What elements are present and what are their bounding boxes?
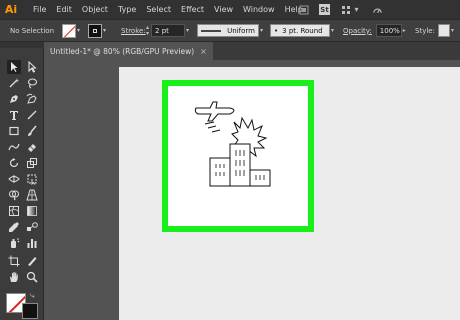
curvature-tool-icon[interactable]	[25, 92, 39, 106]
menu-object[interactable]: Object	[77, 0, 113, 19]
chevron-down-icon[interactable]: ▾	[77, 27, 80, 34]
airplane-explosion-city-icon	[194, 101, 271, 187]
zoom-tool-icon[interactable]	[25, 270, 39, 284]
opacity-control: Opacity: 100% ▸	[343, 20, 406, 41]
direct-selection-tool-icon[interactable]	[25, 60, 39, 74]
chevron-down-icon[interactable]: ▾	[103, 27, 106, 34]
style-swatch[interactable]	[437, 24, 450, 37]
opacity-field[interactable]: 100%	[375, 24, 402, 37]
panel-grip[interactable]	[0, 42, 44, 48]
symbol-sprayer-tool-icon[interactable]	[7, 236, 21, 250]
lasso-tool-icon[interactable]	[25, 76, 39, 90]
paintbrush-tool-icon[interactable]	[25, 124, 39, 138]
menu-bar: Ai File Edit Object Type Select Effect V…	[0, 0, 460, 19]
type-tool-icon[interactable]	[7, 108, 21, 122]
stroke-weight-stepper[interactable]: ▴ ▾	[146, 24, 149, 37]
brush-dot-icon: •	[274, 26, 279, 35]
chevron-right-icon[interactable]: ▸	[403, 27, 406, 34]
eyedropper-tool-icon[interactable]	[7, 220, 21, 234]
scale-tool-icon[interactable]	[25, 156, 39, 170]
swap-fill-stroke-icon[interactable]: ⤷	[30, 291, 34, 301]
stroke-color-swatch[interactable]	[88, 23, 102, 38]
menu-type[interactable]: Type	[113, 0, 141, 19]
profile-dropdown[interactable]: Uniform	[197, 24, 259, 37]
profile-value: Uniform	[227, 26, 255, 35]
stroke-swatch[interactable]	[22, 303, 38, 319]
fill-none-swatch[interactable]	[62, 23, 76, 38]
app-logo: Ai	[4, 3, 18, 16]
bridge-icon[interactable]	[298, 4, 309, 15]
magic-wand-tool-icon[interactable]	[7, 76, 21, 90]
menu-window[interactable]: Window	[238, 0, 280, 19]
slice-tool-icon[interactable]	[25, 254, 39, 268]
brush-value: 3 pt. Round	[282, 26, 323, 35]
stroke-label-wrap: Stroke:	[121, 20, 146, 41]
close-icon[interactable]: ×	[200, 47, 207, 56]
column-graph-tool-icon[interactable]	[25, 236, 39, 250]
menubar-icons: St ▾	[298, 0, 383, 19]
chevron-down-icon[interactable]: ▾	[331, 27, 334, 34]
menu-select[interactable]: Select	[141, 0, 176, 19]
rectangle-tool-icon[interactable]	[7, 124, 21, 138]
tools-panel: ⤷	[0, 42, 44, 320]
document-tab[interactable]: Untitled-1* @ 80% (RGB/GPU Preview) ×	[44, 42, 213, 60]
menu-file[interactable]: File	[28, 0, 51, 19]
line-segment-tool-icon[interactable]	[25, 108, 39, 122]
brush-definition-control[interactable]: • 3 pt. Round ▾	[270, 20, 334, 41]
menu-edit[interactable]: Edit	[51, 0, 77, 19]
workspace-grid-icon[interactable]	[340, 4, 351, 15]
eraser-tool-icon[interactable]	[25, 140, 39, 154]
gradient-tool-icon[interactable]	[25, 204, 39, 218]
variable-width-profile-control[interactable]: Uniform ▾	[197, 20, 263, 41]
document-tab-bar: Untitled-1* @ 80% (RGB/GPU Preview) ×	[44, 42, 460, 60]
stroke-label[interactable]: Stroke:	[121, 27, 146, 35]
profile-line-icon	[201, 29, 221, 32]
rotate-tool-icon[interactable]	[7, 156, 21, 170]
pen-tool-icon[interactable]	[7, 92, 21, 106]
selection-status: No Selection	[10, 26, 55, 35]
width-tool-icon[interactable]	[7, 172, 21, 186]
gpu-performance-icon[interactable]	[372, 4, 383, 15]
shaper-tool-icon[interactable]	[7, 140, 21, 154]
chevron-down-icon[interactable]: ▾	[451, 27, 454, 34]
opacity-label[interactable]: Opacity:	[343, 27, 372, 35]
menu-view[interactable]: View	[209, 0, 238, 19]
style-label: Style:	[415, 26, 435, 35]
artboard-tool-icon[interactable]	[7, 254, 21, 268]
shape-builder-tool-icon[interactable]	[7, 188, 21, 202]
stroke-weight-control[interactable]: ▴ ▾ 2 pt ▾	[146, 20, 189, 41]
control-bar: No Selection ▾ ▾ Stroke: ▴ ▾ 2 pt ▾ Unifo…	[0, 19, 460, 42]
artwork-frame[interactable]	[162, 80, 314, 232]
blend-tool-icon[interactable]	[25, 220, 39, 234]
fill-color-control[interactable]: ▾	[62, 20, 80, 41]
chevron-down-icon[interactable]: ▾	[186, 27, 189, 34]
chevron-down-icon[interactable]: ▾	[351, 4, 362, 15]
stroke-color-control[interactable]: ▾	[88, 20, 106, 41]
hand-tool-icon[interactable]	[7, 270, 21, 284]
stock-icon[interactable]: St	[319, 4, 330, 15]
brush-dropdown[interactable]: • 3 pt. Round	[270, 24, 330, 37]
stroke-weight-field[interactable]: 2 pt	[151, 24, 186, 37]
selection-tool-icon[interactable]	[7, 60, 21, 74]
document-tab-title: Untitled-1* @ 80% (RGB/GPU Preview)	[50, 46, 195, 56]
illustrator-window: Ai File Edit Object Type Select Effect V…	[0, 0, 460, 320]
perspective-grid-tool-icon[interactable]	[25, 188, 39, 202]
free-transform-tool-icon[interactable]	[25, 172, 39, 186]
menu-effect[interactable]: Effect	[176, 0, 209, 19]
style-control: Style: ▾	[415, 20, 454, 41]
chevron-down-icon[interactable]: ▾	[260, 27, 263, 34]
mesh-tool-icon[interactable]	[7, 204, 21, 218]
